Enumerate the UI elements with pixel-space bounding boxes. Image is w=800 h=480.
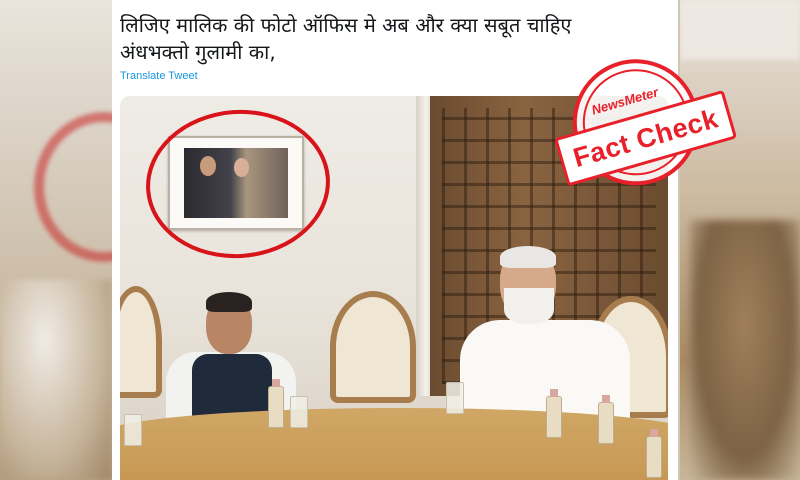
water-glass [124,414,142,446]
chair [330,291,416,403]
tweet-text: लिजिए मालिक की फोटो ऑफिस मे अब और क्या स… [120,12,670,66]
water-bottle [598,395,614,444]
water-bottle [646,429,662,478]
tweet-text-line-1: लिजिए मालिक की फोटो ऑफिस मे अब और क्या स… [120,13,572,37]
person-hair [500,246,556,268]
person-right [460,246,630,420]
person-hair [206,292,252,312]
blurred-background-left [0,0,112,480]
person-beard [504,288,554,324]
tweet-text-line-2: अंधभक्तो गुलामी का, [120,40,276,64]
blurred-shape [690,220,800,480]
translate-tweet-link[interactable]: Translate Tweet [120,70,198,82]
water-bottle [268,379,284,428]
water-glass [446,382,464,414]
water-glass [290,396,308,428]
water-bottle [546,389,562,438]
tweet-card: लिजिए मालिक की फोटो ऑफिस मे अब और क्या स… [112,0,678,480]
blurred-shape [680,0,800,60]
red-highlight-circle [141,103,335,265]
blurred-circle-shape [34,112,112,262]
conference-table [120,408,668,480]
blurred-shape [0,280,112,480]
